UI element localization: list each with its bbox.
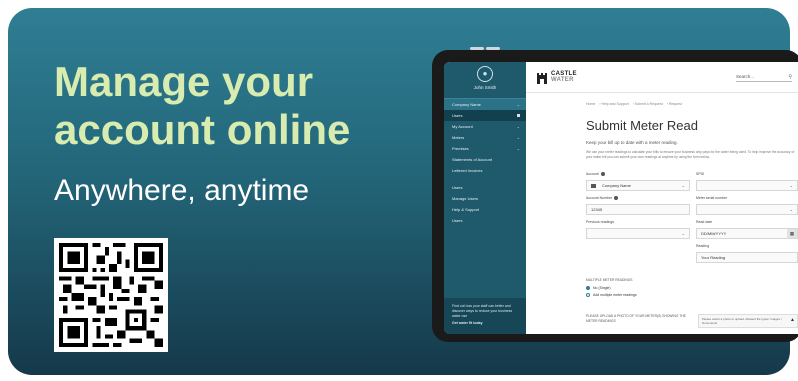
account-number-field[interactable]: 12345	[586, 204, 690, 215]
sidebar-item[interactable]: Users	[444, 110, 526, 121]
sidebar-item-label: My Account	[452, 124, 473, 129]
previous-readings-select[interactable]: ⌄	[586, 228, 690, 239]
search-placeholder: Search...	[736, 74, 755, 79]
read-date-label: Read date	[696, 220, 713, 224]
sidebar-header: ● John Smith	[444, 62, 526, 98]
radio-empty-icon	[586, 293, 590, 298]
grid-icon	[517, 114, 520, 117]
reading-label: Reading	[696, 244, 710, 248]
breadcrumb: Home › Help and Support › Submit a Request…	[586, 102, 682, 106]
sidebar-item-label: Premises	[452, 146, 469, 151]
app-main: CASTLE WATER Search... ⚲ Home › Help and …	[526, 62, 798, 334]
sidebar-promo-text: Find out how your staff can better and d…	[452, 304, 513, 318]
sidebar-item-label: Help & Support	[452, 207, 480, 212]
info-icon[interactable]	[600, 172, 605, 177]
meter-serial-label: Meter serial number	[696, 196, 728, 200]
company-name: Company Name	[452, 102, 481, 107]
user-avatar-icon[interactable]: ●	[477, 66, 493, 82]
sidebar-item[interactable]: Manage Users	[444, 193, 526, 204]
chevron-down-icon: ⌄	[516, 146, 520, 151]
subline: Anywhere, anytime	[54, 174, 310, 207]
building-icon	[591, 183, 596, 188]
breadcrumb-item[interactable]: Submit a Request	[635, 102, 663, 106]
breadcrumb-item: Request	[668, 102, 682, 106]
reading-field[interactable]: Your Reading	[696, 252, 798, 263]
headline-line-2: account online	[54, 106, 351, 153]
breadcrumb-item[interactable]: Home	[586, 102, 595, 106]
sidebar-item[interactable]: Users	[444, 215, 526, 226]
account-number-value: 12345	[591, 207, 603, 212]
sidebar-item-label: Users	[452, 113, 463, 118]
chevron-down-icon: ⌄	[516, 124, 520, 129]
page-title: Submit Meter Read	[586, 118, 698, 133]
sidebar-item[interactable]: Statements of Account	[444, 154, 526, 165]
radio-multiple[interactable]: Add multiple meter readings	[586, 293, 637, 298]
sidebar-item[interactable]: Help & Support	[444, 204, 526, 215]
multiple-readings-label: MULTIPLE METER READINGS	[586, 278, 633, 282]
sidebar-item[interactable]: Lettered Invoices	[444, 165, 526, 176]
meter-serial-select[interactable]: ⌄	[696, 204, 798, 215]
sidebar-promo-link[interactable]: Get water fit today	[452, 321, 518, 326]
sidebar-item-label: Users	[452, 218, 463, 223]
logo-text-2: WATER	[551, 77, 574, 83]
qr-code-image	[59, 243, 163, 347]
search-input[interactable]: Search... ⚲	[736, 72, 792, 82]
sidebar-item-label: Users	[452, 185, 463, 190]
qr-code[interactable]	[54, 238, 168, 352]
app-sidebar: ● John Smith Company Name ⌄ Users My Acc…	[444, 62, 526, 334]
chevron-down-icon: ⌄	[516, 135, 520, 140]
app-header: CASTLE WATER Search... ⚲	[526, 62, 798, 93]
chevron-down-icon: ⌄	[681, 231, 685, 236]
headline: Manage your account online	[54, 58, 394, 154]
account-label: Account	[586, 172, 605, 177]
company-selector[interactable]: Company Name ⌄	[444, 98, 526, 110]
upload-icon[interactable]: ▲	[790, 318, 795, 323]
read-date-value: DD/MM/YYYY	[701, 231, 727, 236]
reading-placeholder: Your Reading	[701, 255, 726, 260]
user-name: John Smith	[473, 85, 497, 90]
castle-logo-icon	[537, 73, 547, 84]
headline-line-1: Manage your	[54, 58, 314, 105]
sidebar-promo: Find out how your staff can better and d…	[444, 298, 526, 334]
sidebar-item[interactable]: Meters ⌄	[444, 132, 526, 143]
search-icon[interactable]: ⚲	[788, 73, 792, 82]
upload-hint: Please select a photo to upload. Allowed…	[702, 317, 782, 325]
read-date-field[interactable]: DD/MM/YYYY ▦	[696, 228, 798, 239]
chevron-down-icon: ⌄	[789, 183, 793, 188]
sidebar-item-label: Statements of Account	[452, 157, 493, 162]
breadcrumb-item[interactable]: Help and Support	[601, 102, 628, 106]
page-intro: Keep your bill up to date with a meter r…	[586, 140, 678, 145]
sidebar-item[interactable]: Premises ⌄	[444, 143, 526, 154]
spid-select[interactable]: ⌄	[696, 180, 798, 191]
photo-upload-label: PLEASE UPLOAD A PHOTO OF YOUR METER(S) S…	[586, 314, 686, 323]
previous-readings-label: Previous readings	[586, 220, 615, 224]
radio-selected-icon	[586, 286, 590, 291]
chevron-down-icon: ⌄	[789, 207, 793, 212]
sidebar-item-label: Lettered Invoices	[452, 168, 483, 173]
account-value: Company Name	[602, 183, 631, 188]
radio-single[interactable]: No (Single)	[586, 286, 611, 291]
chevron-down-icon: ⌄	[516, 102, 520, 107]
sidebar-item[interactable]: Users	[444, 182, 526, 193]
spid-label: SPID	[696, 172, 705, 176]
page-description: We use your meter readings to calculate …	[586, 150, 795, 159]
info-icon[interactable]	[614, 196, 619, 201]
chevron-down-icon: ⌄	[681, 183, 685, 188]
sidebar-item[interactable]: My Account ⌄	[444, 121, 526, 132]
sidebar-item-label: Meters	[452, 135, 465, 140]
account-number-label: Account Number	[586, 196, 619, 201]
sidebar-item-label: Manage Users	[452, 196, 479, 201]
tablet-screen: ● John Smith Company Name ⌄ Users My Acc…	[444, 62, 798, 334]
calendar-icon[interactable]: ▦	[787, 229, 797, 238]
account-select[interactable]: Company Name ⌄	[586, 180, 690, 191]
photo-upload-field[interactable]: Please select a photo to upload. Allowed…	[698, 314, 798, 328]
